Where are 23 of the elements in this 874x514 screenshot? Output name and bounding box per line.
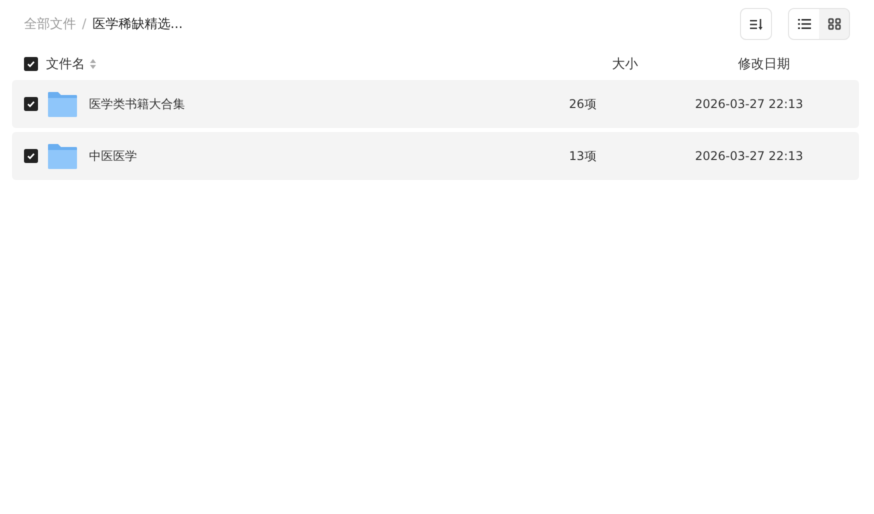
column-header[interactable]: 文件名 bbox=[46, 55, 85, 73]
checkbox[interactable] bbox=[24, 97, 38, 111]
file-row[interactable]: 中医医学 13项 2026-03-27 22:13 bbox=[12, 132, 859, 180]
item-count: 13项 bbox=[569, 148, 598, 164]
grid-view-icon bbox=[828, 18, 840, 30]
folder-icon bbox=[47, 91, 78, 117]
sort-icon bbox=[750, 18, 762, 30]
breadcrumb-item[interactable]: 医学稀缺精选... bbox=[92, 15, 183, 33]
file-name: 中医医学 bbox=[89, 148, 138, 164]
column-header[interactable]: 大小 bbox=[612, 55, 738, 73]
column-header[interactable]: 修改日期 bbox=[738, 55, 790, 73]
checkbox[interactable] bbox=[24, 57, 38, 71]
file-name: 医学类书籍大合集 bbox=[89, 96, 186, 112]
modified-date: 2026-03-27 22:13 bbox=[695, 97, 804, 111]
sort-button[interactable] bbox=[740, 8, 772, 40]
list-view-button[interactable] bbox=[789, 9, 819, 39]
checkbox[interactable] bbox=[24, 149, 38, 163]
breadcrumb-separator: / bbox=[82, 16, 86, 32]
list-view-icon bbox=[798, 19, 810, 29]
folder-icon bbox=[47, 143, 78, 169]
file-row[interactable]: 医学类书籍大合集 26项 2026-03-27 22:13 bbox=[12, 80, 859, 128]
item-count: 26项 bbox=[569, 96, 598, 112]
modified-date: 2026-03-27 22:13 bbox=[695, 149, 804, 163]
